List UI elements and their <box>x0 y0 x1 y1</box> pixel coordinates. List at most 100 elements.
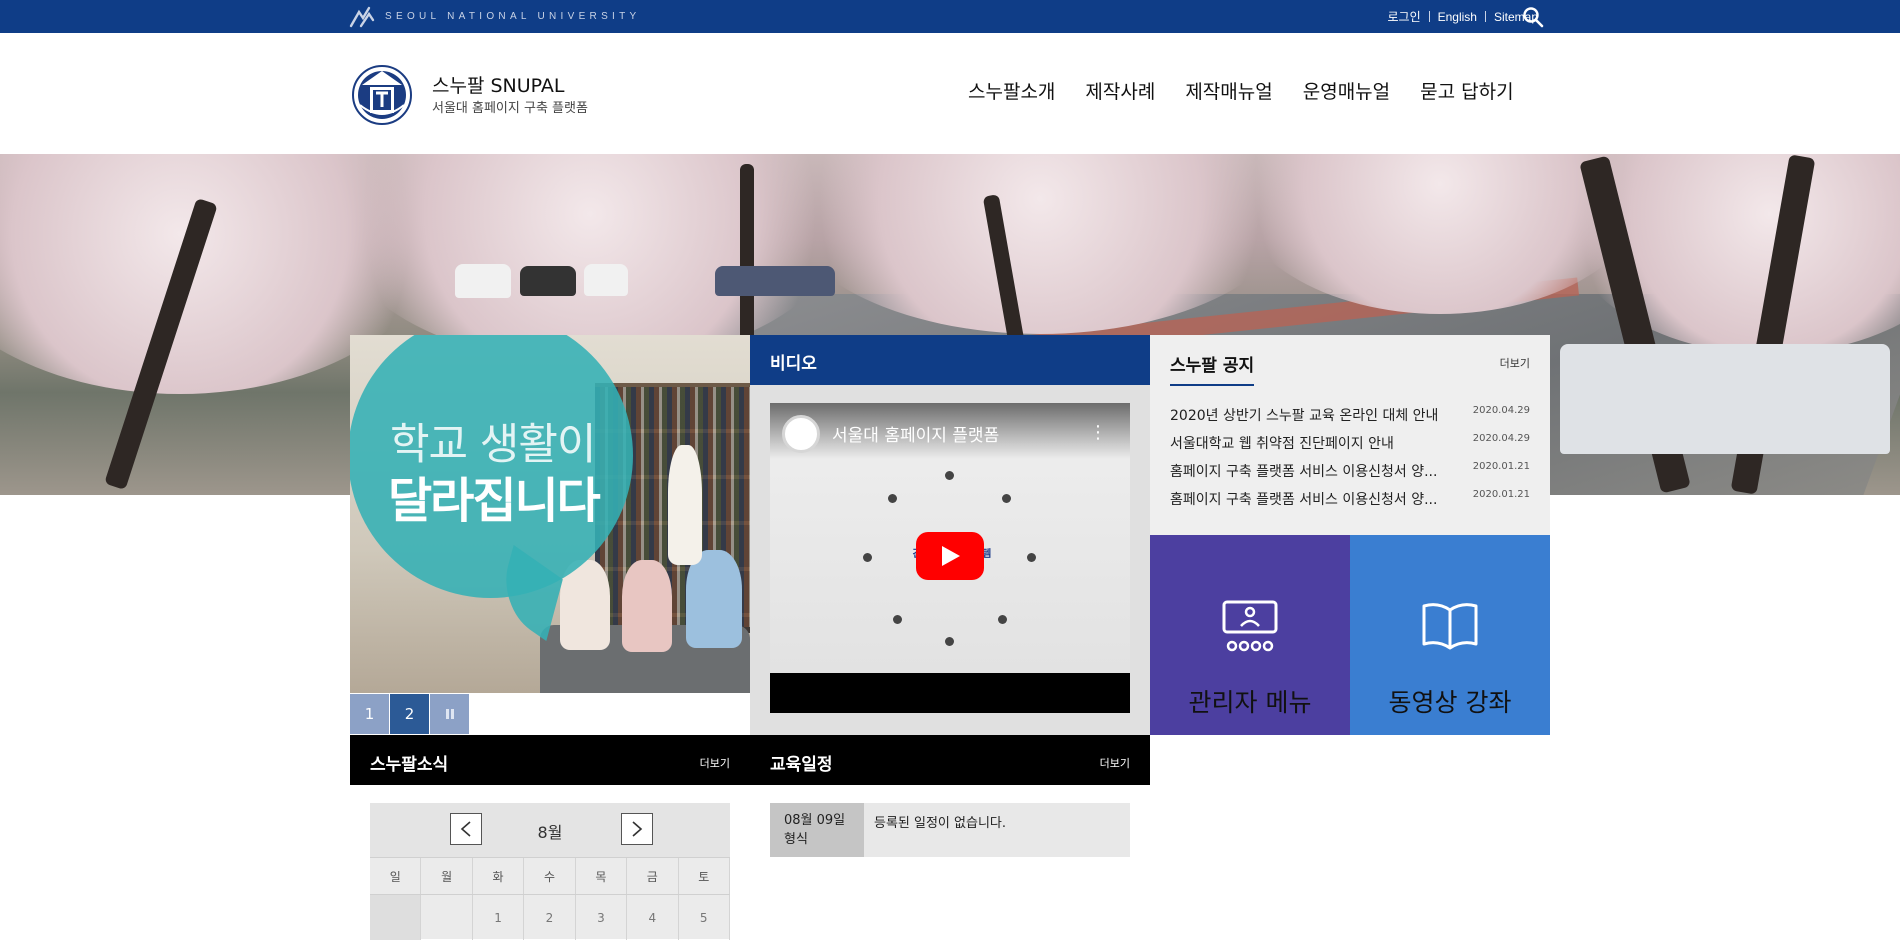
promo-slide[interactable]: 학교 생활이 달라집니다 <box>350 335 750 693</box>
hero-car <box>1560 344 1890 454</box>
login-link[interactable]: 로그인 <box>1387 8 1420 25</box>
snu-mark-icon <box>349 6 375 27</box>
hero-car <box>584 264 628 296</box>
divider <box>1428 11 1430 22</box>
list-item[interactable]: 홈페이지 구축 플랫폼 서비스 이용신청서 양... 2020.01.21 <box>1170 461 1530 489</box>
youtube-player[interactable]: 간단, 이지를 구 템 서울대 홈페이지 플랫폼 ⋮ <box>770 403 1130 713</box>
nav-item-ops-manual[interactable]: 운영매뉴얼 <box>1303 77 1390 104</box>
site-subtitle: 서울대 홈페이지 구축 플랫폼 <box>432 101 588 116</box>
schedule-weekday: 형식 <box>784 832 808 847</box>
loading-dot <box>998 615 1007 624</box>
notice-heading: 스누팔 공지 <box>1170 351 1255 386</box>
calendar-month: 8월 <box>537 823 563 842</box>
slide-page-2-button[interactable]: 2 <box>390 694 429 734</box>
next-month-button[interactable] <box>621 813 653 845</box>
chevron-right-icon <box>632 821 643 837</box>
schedule-item: 08월 09일 형식 등록된 일정이 없습니다. <box>770 803 1130 857</box>
slide-person <box>668 445 702 565</box>
notice-date: 2020.04.29 <box>1472 405 1530 416</box>
video-panel: 비디오 간단, 이지를 구 템 서울대 홈페이지 플랫폼 ⋮ <box>750 335 1150 735</box>
weekday-label: 목 <box>576 858 628 895</box>
slide-pause-button[interactable] <box>430 694 469 734</box>
slide-headline-2: 달라집니다 <box>388 473 601 529</box>
divider <box>1484 11 1486 22</box>
calendar-day[interactable]: 2 <box>524 895 576 940</box>
calendar-day[interactable]: 3 <box>576 895 628 940</box>
news-heading: 스누팔소식 <box>370 755 449 775</box>
channel-avatar[interactable] <box>782 415 820 453</box>
pause-icon <box>445 709 454 719</box>
news-more-link[interactable]: 더보기 <box>700 755 730 771</box>
calendar-day <box>370 895 422 940</box>
schedule-date: 08월 09일 <box>784 813 846 828</box>
notice-title[interactable]: 홈페이지 구축 플랫폼 서비스 이용신청서 양... <box>1170 461 1460 481</box>
calendar-day[interactable]: 4 <box>627 895 679 940</box>
notice-title[interactable]: 홈페이지 구축 플랫폼 서비스 이용신청서 양... <box>1170 489 1460 509</box>
calendar-day <box>421 895 473 940</box>
calendar: 8월 일 월 화 수 목 금 토 1 2 3 4 5 <box>370 803 730 940</box>
calendar-nav: 8월 <box>370 803 730 857</box>
nav-item-qna[interactable]: 묻고 답하기 <box>1420 77 1513 104</box>
news-header: 스누팔소식 더보기 <box>350 735 750 785</box>
video-lecture-label: 동영상 강좌 <box>1388 688 1512 717</box>
hero-car <box>715 266 835 296</box>
top-bar: SEOUL NATIONAL UNIVERSITY 로그인 English Si… <box>0 0 1900 33</box>
loading-dot <box>893 615 902 624</box>
utility-links: 로그인 English Sitemap <box>1387 0 1538 33</box>
presenter-icon <box>1222 600 1278 652</box>
list-item[interactable]: 서울대학교 웹 취약점 진단페이지 안내 2020.04.29 <box>1170 433 1530 461</box>
video-lecture-link[interactable]: 동영상 강좌 <box>1350 535 1550 735</box>
notice-panel: 스누팔 공지 더보기 2020년 상반기 스누팔 교육 온라인 대체 안내 20… <box>1150 335 1550 535</box>
nav-item-build-manual[interactable]: 제작매뉴얼 <box>1185 77 1272 104</box>
weekday-label: 토 <box>679 858 730 895</box>
calendar-day[interactable]: 1 <box>473 895 525 940</box>
calendar-day[interactable]: 5 <box>679 895 730 940</box>
loading-dot <box>1027 553 1036 562</box>
list-item[interactable]: 홈페이지 구축 플랫폼 서비스 이용신청서 양... 2020.01.21 <box>1170 489 1530 517</box>
schedule-date-box: 08월 09일 형식 <box>770 803 864 857</box>
hero-car <box>455 264 511 298</box>
main-navigation: 스누팔소개 제작사례 제작매뉴얼 운영매뉴얼 묻고 답하기 <box>968 77 1514 104</box>
notice-title[interactable]: 2020년 상반기 스누팔 교육 온라인 대체 안내 <box>1170 405 1460 425</box>
loading-dot <box>945 471 954 480</box>
open-book-icon <box>1422 603 1478 650</box>
schedule-more-link[interactable]: 더보기 <box>1100 755 1130 771</box>
loading-dot <box>1002 494 1011 503</box>
slide-page-1-button[interactable]: 1 <box>350 694 389 734</box>
slide-person <box>622 560 672 652</box>
notice-title[interactable]: 서울대학교 웹 취약점 진단페이지 안내 <box>1170 433 1460 453</box>
english-link[interactable]: English <box>1438 10 1477 24</box>
nav-item-about[interactable]: 스누팔소개 <box>968 77 1055 104</box>
snu-emblem-icon[interactable] <box>352 63 412 127</box>
schedule-header: 교육일정 더보기 <box>750 735 1150 785</box>
play-button[interactable] <box>916 532 984 580</box>
video-title[interactable]: 서울대 홈페이지 플랫폼 <box>832 421 999 446</box>
schedule-panel: 교육일정 더보기 08월 09일 형식 등록된 일정이 없습니다. <box>750 735 1150 939</box>
more-options-icon[interactable]: ⋮ <box>1088 421 1108 445</box>
weekday-row: 일 월 화 수 목 금 토 <box>370 857 730 895</box>
calendar-week-row: 1 2 3 4 5 <box>370 894 730 940</box>
weekday-label: 일 <box>370 858 422 895</box>
site-header: 스누팔 SNUPAL 서울대 홈페이지 구축 플랫폼 스누팔소개 제작사례 제작… <box>0 33 1900 154</box>
snu-brand[interactable]: SEOUL NATIONAL UNIVERSITY <box>349 6 641 27</box>
news-panel: 스누팔소식 더보기 8월 일 월 화 수 목 금 토 1 2 3 4 5 <box>350 735 750 940</box>
slide-pager: 1 2 <box>350 694 470 734</box>
loading-dot <box>888 494 897 503</box>
notice-date: 2020.04.29 <box>1472 433 1530 444</box>
hero-car <box>520 266 576 296</box>
snu-brand-text: SEOUL NATIONAL UNIVERSITY <box>385 11 641 22</box>
notice-date: 2020.01.21 <box>1472 461 1530 472</box>
site-title[interactable]: 스누팔 SNUPAL <box>432 71 565 98</box>
list-item[interactable]: 2020년 상반기 스누팔 교육 온라인 대체 안내 2020.04.29 <box>1170 405 1530 433</box>
nav-item-cases[interactable]: 제작사례 <box>1085 77 1155 104</box>
weekday-label: 금 <box>627 858 679 895</box>
notice-more-link[interactable]: 더보기 <box>1500 355 1530 371</box>
notice-date: 2020.01.21 <box>1472 489 1530 500</box>
search-icon[interactable] <box>1522 6 1544 28</box>
weekday-label: 화 <box>473 858 525 895</box>
admin-menu-link[interactable]: 관리자 메뉴 <box>1150 535 1350 735</box>
weekday-label: 수 <box>524 858 576 895</box>
weekday-label: 월 <box>421 858 473 895</box>
notice-list: 2020년 상반기 스누팔 교육 온라인 대체 안내 2020.04.29 서울… <box>1170 405 1530 517</box>
schedule-empty-text: 등록된 일정이 없습니다. <box>874 816 1006 831</box>
